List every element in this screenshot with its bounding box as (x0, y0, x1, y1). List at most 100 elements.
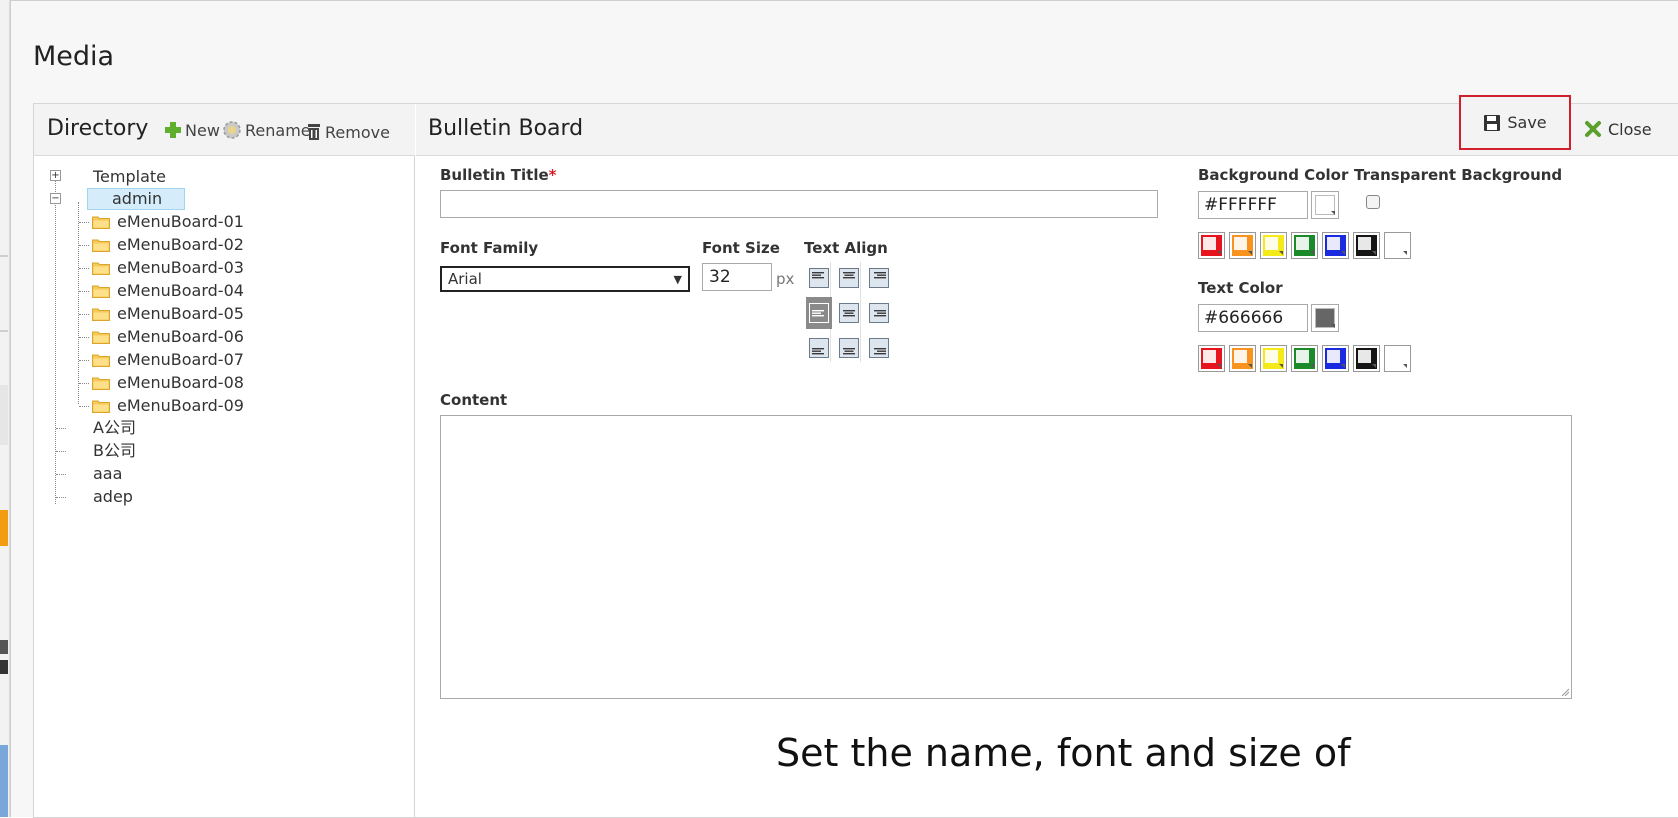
color-swatch[interactable] (1260, 345, 1287, 372)
tree-node-admin[interactable]: admin (87, 188, 186, 210)
content-label: Content (440, 391, 508, 409)
tree-node-b-company[interactable]: B公司 (90, 440, 139, 462)
close-label: Close (1608, 119, 1652, 139)
tree-node-folder[interactable]: eMenuBoard-04 (92, 280, 247, 302)
font-size-input[interactable] (702, 263, 772, 291)
tree-node-folder[interactable]: eMenuBoard-07 (92, 349, 247, 371)
background-color-label: Background Color (1198, 166, 1349, 184)
new-button[interactable]: New (164, 117, 220, 143)
align-middle-left-button[interactable] (806, 297, 832, 329)
dropdown-arrow-icon (1341, 251, 1345, 255)
color-swatch[interactable] (1229, 232, 1256, 259)
dropdown-arrow-icon (1372, 364, 1376, 368)
align-bottom-center-button[interactable] (838, 337, 860, 359)
color-swatch[interactable] (1229, 345, 1256, 372)
transparent-background-checkbox[interactable] (1366, 195, 1380, 209)
rename-label: Rename (245, 120, 311, 140)
text-align-icon (869, 268, 889, 288)
swatch-corner (1327, 237, 1340, 250)
tree-node-adep[interactable]: adep (90, 486, 136, 508)
tree-node-template[interactable]: Template (90, 166, 169, 188)
tree-node-label: aaa (93, 464, 123, 483)
tree-node-label: eMenuBoard-03 (117, 258, 244, 277)
bulletin-board-header: Bulletin Board Save Close (416, 95, 1678, 156)
tree-node-folder[interactable]: eMenuBoard-02 (92, 234, 247, 256)
tree-node-aaa[interactable]: aaa (90, 463, 125, 485)
plus-icon (165, 122, 181, 138)
rename-button[interactable]: Rename (222, 117, 311, 143)
tree-node-label: eMenuBoard-02 (117, 235, 244, 254)
close-button[interactable]: Close (1584, 116, 1652, 142)
tree-node-a-company[interactable]: A公司 (90, 417, 139, 439)
align-middle-center-button[interactable] (838, 302, 860, 324)
folder-icon (92, 216, 110, 229)
dropdown-arrow-icon (1331, 211, 1335, 215)
directory-title: Directory (47, 116, 149, 141)
tree-connector (79, 268, 89, 269)
tree-node-label: eMenuBoard-08 (117, 373, 244, 392)
save-button[interactable]: Save (1459, 95, 1571, 150)
color-swatch[interactable] (1384, 232, 1411, 259)
color-swatch[interactable] (1291, 232, 1318, 259)
dropdown-arrow-icon (1248, 364, 1252, 368)
transparent-background-label: Transparent Background (1354, 166, 1563, 184)
dropdown-arrow-icon (1403, 251, 1407, 255)
tree-node-folder[interactable]: eMenuBoard-01 (92, 211, 247, 233)
color-swatch[interactable] (1198, 345, 1225, 372)
gear-icon (223, 121, 241, 139)
background-color-input[interactable] (1198, 191, 1308, 219)
tree-node-folder[interactable]: eMenuBoard-03 (92, 257, 247, 279)
color-swatch[interactable] (1353, 232, 1380, 259)
remove-button[interactable]: Remove (306, 119, 390, 145)
color-swatch[interactable] (1198, 232, 1225, 259)
align-bottom-left-button[interactable] (808, 337, 830, 359)
collapse-toggle[interactable]: − (50, 193, 61, 204)
tree-connector (79, 383, 89, 384)
color-swatch[interactable] (1353, 345, 1380, 372)
floppy-disk-icon (1484, 114, 1501, 131)
align-top-right-button[interactable] (868, 267, 890, 289)
folder-icon (92, 354, 110, 367)
bulletin-title-input[interactable] (440, 190, 1158, 218)
align-middle-right-button[interactable] (868, 302, 890, 324)
text-align-icon (839, 338, 859, 358)
align-bottom-right-button[interactable] (868, 337, 890, 359)
tree-node-folder[interactable]: eMenuBoard-05 (92, 303, 247, 325)
text-color-picker[interactable] (1311, 304, 1339, 332)
tree-node-folder[interactable]: eMenuBoard-08 (92, 372, 247, 394)
color-swatch[interactable] (1384, 345, 1411, 372)
color-swatch[interactable] (1291, 345, 1318, 372)
background-color-picker[interactable] (1311, 191, 1339, 219)
trash-icon (308, 124, 320, 140)
required-mark: * (548, 166, 557, 184)
swatch-corner (1203, 350, 1216, 363)
font-family-value: Arial (448, 270, 482, 288)
align-top-left-button[interactable] (808, 267, 830, 289)
align-top-center-button[interactable] (838, 267, 860, 289)
folder-icon (92, 285, 110, 298)
background-page-strip (0, 0, 10, 817)
tree-connector (56, 428, 66, 429)
tree-node-folder[interactable]: eMenuBoard-09 (92, 395, 247, 417)
color-swatch[interactable] (1260, 232, 1287, 259)
remove-label: Remove (325, 122, 390, 142)
text-color-label: Text Color (1198, 279, 1283, 297)
resize-grip-icon[interactable] (1561, 688, 1569, 696)
swatch-corner (1203, 237, 1216, 250)
color-swatch[interactable] (1322, 232, 1349, 259)
text-align-label: Text Align (804, 239, 888, 257)
color-swatch[interactable] (1322, 345, 1349, 372)
tree-connector (79, 291, 89, 292)
text-color-input[interactable] (1198, 304, 1308, 332)
swatch-corner (1358, 350, 1371, 363)
tree-connector (78, 202, 79, 404)
dropdown-arrow-icon (1310, 251, 1314, 255)
dropdown-arrow-icon (1279, 364, 1283, 368)
expand-toggle[interactable]: + (50, 170, 61, 181)
dropdown-arrow-icon (1341, 364, 1345, 368)
tree-node-folder[interactable]: eMenuBoard-06 (92, 326, 247, 348)
content-textarea[interactable] (440, 415, 1572, 699)
tree-connector (79, 337, 89, 338)
font-family-select[interactable]: Arial ▼ (440, 266, 690, 292)
text-align-icon (809, 338, 829, 358)
